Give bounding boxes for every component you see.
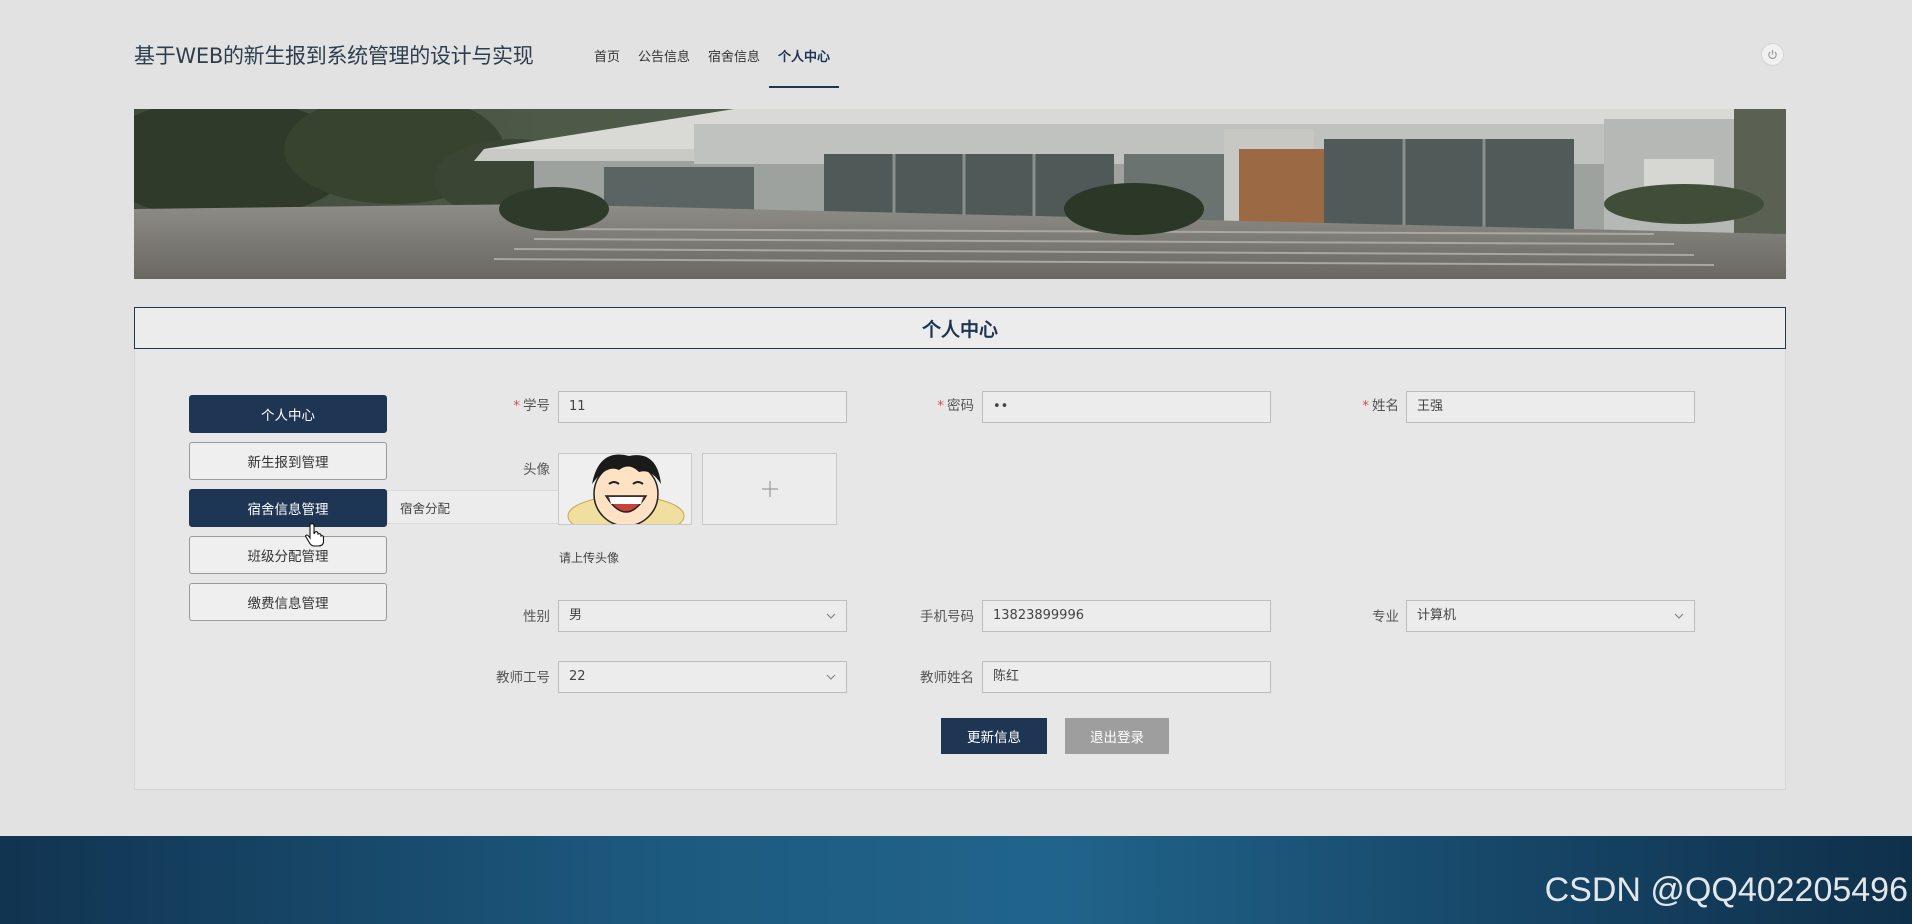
nav-home[interactable]: 首页 [585,30,629,88]
submenu-dorm-assignment[interactable]: 宿舍分配 [387,490,587,524]
power-icon[interactable] [1761,43,1784,66]
teacher-name-input[interactable]: 陈红 [982,661,1271,693]
side-menu-payment[interactable]: 缴费信息管理 [189,583,387,621]
update-info-button[interactable]: 更新信息 [941,718,1047,754]
student-id-input[interactable]: 11 [558,391,847,423]
teacher-id-label: 教师工号 [496,670,550,686]
top-nav: 首页 公告信息 宿舍信息 个人中心 [585,30,840,88]
student-id-label: * 学号 [513,398,550,414]
watermark: CSDN @QQ402205496 [1544,871,1908,909]
profile-panel: 个人中心 新生报到管理 宿舍信息管理 班级分配管理 缴费信息管理 宿舍分配 * 学… [134,349,1786,790]
gender-select[interactable]: 男 [558,600,847,632]
chevron-down-icon [826,674,836,680]
avatar-label: 头像 [523,462,550,478]
major-select[interactable]: 计算机 [1406,600,1695,632]
site-title: 基于WEB的新生报到系统管理的设计与实现 [134,44,534,68]
phone-label: 手机号码 [920,609,974,625]
avatar-image[interactable] [558,453,692,525]
avatar-hint: 请上传头像 [559,551,620,565]
upload-avatar-button[interactable] [702,453,837,525]
page-title: 个人中心 [134,307,1786,349]
teacher-id-select[interactable]: 22 [558,661,847,693]
password-input[interactable]: •• [982,391,1271,423]
logout-button[interactable]: 退出登录 [1065,718,1169,754]
banner-image [134,109,1786,279]
hand-cursor-icon [305,523,325,547]
teacher-name-label: 教师姓名 [920,670,974,686]
name-label: * 姓名 [1362,398,1399,414]
phone-input[interactable]: 13823899996 [982,600,1271,632]
name-input[interactable]: 王强 [1406,391,1695,423]
major-label: 专业 [1372,609,1399,625]
header: 基于WEB的新生报到系统管理的设计与实现 首页 公告信息 宿舍信息 个人中心 [134,30,1786,88]
nav-dormitory[interactable]: 宿舍信息 [699,30,769,88]
plus-icon [761,481,778,497]
nav-announcements[interactable]: 公告信息 [629,30,699,88]
side-menu-registration[interactable]: 新生报到管理 [189,442,387,480]
footer: CSDN @QQ402205496 [0,836,1912,924]
side-menu-personal-center[interactable]: 个人中心 [189,395,387,433]
chevron-down-icon [1674,613,1684,619]
gender-label: 性别 [523,609,550,625]
password-label: * 密码 [937,398,974,414]
nav-personal-center[interactable]: 个人中心 [769,30,840,88]
side-menu-dormitory[interactable]: 宿舍信息管理 [189,489,387,527]
side-menu: 个人中心 新生报到管理 宿舍信息管理 班级分配管理 缴费信息管理 [189,395,387,630]
side-menu-class-assignment[interactable]: 班级分配管理 [189,536,387,574]
chevron-down-icon [826,613,836,619]
